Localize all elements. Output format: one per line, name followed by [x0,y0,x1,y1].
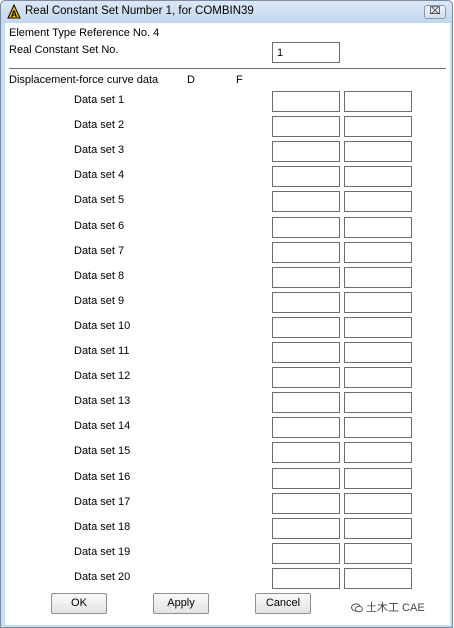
data-set-d-input[interactable] [272,191,340,212]
real-set-input[interactable] [272,42,340,63]
data-set-label: Data set 2 [74,119,125,131]
data-set-label: Data set 10 [74,320,131,332]
data-set-d-input[interactable] [272,568,340,589]
data-set-d-input[interactable] [272,468,340,489]
data-set-label: Data set 13 [74,395,131,407]
data-set-f-input[interactable] [344,342,412,363]
data-set-d-input[interactable] [272,417,340,438]
data-set-d-input[interactable] [272,141,340,162]
svg-text:A: A [11,9,18,19]
data-set-f-input[interactable] [344,568,412,589]
data-set-f-input[interactable] [344,493,412,514]
data-set-d-input[interactable] [272,442,340,463]
cancel-button[interactable]: Cancel [255,593,311,614]
data-set-d-input[interactable] [272,317,340,338]
column-d-label: D [187,74,195,86]
data-set-label: Data set 6 [74,220,125,232]
data-set-f-input[interactable] [344,116,412,137]
data-set-f-input[interactable] [344,292,412,313]
dialog-window: A Real Constant Set Number 1, for COMBIN… [0,0,453,628]
data-set-label: Data set 7 [74,245,125,257]
data-set-label: Data set 1 [74,94,125,106]
watermark: 土木工 CAE [351,599,425,615]
data-set-f-input[interactable] [344,417,412,438]
data-set-d-input[interactable] [272,518,340,539]
data-set-label: Data set 11 [74,345,130,357]
data-set-d-input[interactable] [272,116,340,137]
data-set-f-input[interactable] [344,191,412,212]
element-type-label: Element Type Reference No. 4 [9,27,160,39]
data-set-label: Data set 5 [74,194,125,206]
data-set-d-input[interactable] [272,342,340,363]
data-set-d-input[interactable] [272,166,340,187]
data-set-d-input[interactable] [272,543,340,564]
data-set-f-input[interactable] [344,317,412,338]
data-set-label: Data set 4 [74,169,125,181]
column-f-label: F [236,74,243,86]
data-set-f-input[interactable] [344,166,412,187]
data-set-f-input[interactable] [344,242,412,263]
data-set-label: Data set 9 [74,295,125,307]
data-set-f-input[interactable] [344,267,412,288]
window-title: Real Constant Set Number 1, for COMBIN39 [25,5,254,17]
data-set-d-input[interactable] [272,217,340,238]
data-set-f-input[interactable] [344,468,412,489]
data-set-label: Data set 16 [74,471,131,483]
data-set-f-input[interactable] [344,442,412,463]
data-set-d-input[interactable] [272,267,340,288]
wechat-icon [351,603,363,613]
data-set-f-input[interactable] [344,392,412,413]
data-set-label: Data set 15 [74,445,131,457]
data-set-d-input[interactable] [272,292,340,313]
data-set-label: Data set 17 [74,496,131,508]
curve-data-label: Displacement-force curve data [9,74,159,86]
data-set-label: Data set 18 [74,521,131,533]
data-set-label: Data set 19 [74,546,131,558]
data-set-label: Data set 12 [74,370,131,382]
data-set-f-input[interactable] [344,217,412,238]
dialog-body: Element Type Reference No. 4 Real Consta… [5,23,450,625]
data-set-f-input[interactable] [344,141,412,162]
real-set-label: Real Constant Set No. [9,44,119,56]
data-set-label: Data set 8 [74,270,125,282]
close-button[interactable]: ⌧ [424,5,446,19]
data-set-label: Data set 20 [74,571,131,583]
data-set-f-input[interactable] [344,367,412,388]
divider [9,68,446,69]
warning-triangle-icon: A [7,4,21,19]
data-set-f-input[interactable] [344,518,412,539]
watermark-text: 土木工 CAE [366,602,425,614]
data-set-d-input[interactable] [272,493,340,514]
data-set-d-input[interactable] [272,242,340,263]
ok-button[interactable]: OK [51,593,107,614]
data-set-d-input[interactable] [272,392,340,413]
data-set-d-input[interactable] [272,91,340,112]
title-bar[interactable]: A Real Constant Set Number 1, for COMBIN… [1,1,452,23]
data-set-d-input[interactable] [272,367,340,388]
data-set-f-input[interactable] [344,91,412,112]
data-set-label: Data set 14 [74,420,131,432]
apply-button[interactable]: Apply [153,593,209,614]
data-set-label: Data set 3 [74,144,125,156]
data-set-f-input[interactable] [344,543,412,564]
